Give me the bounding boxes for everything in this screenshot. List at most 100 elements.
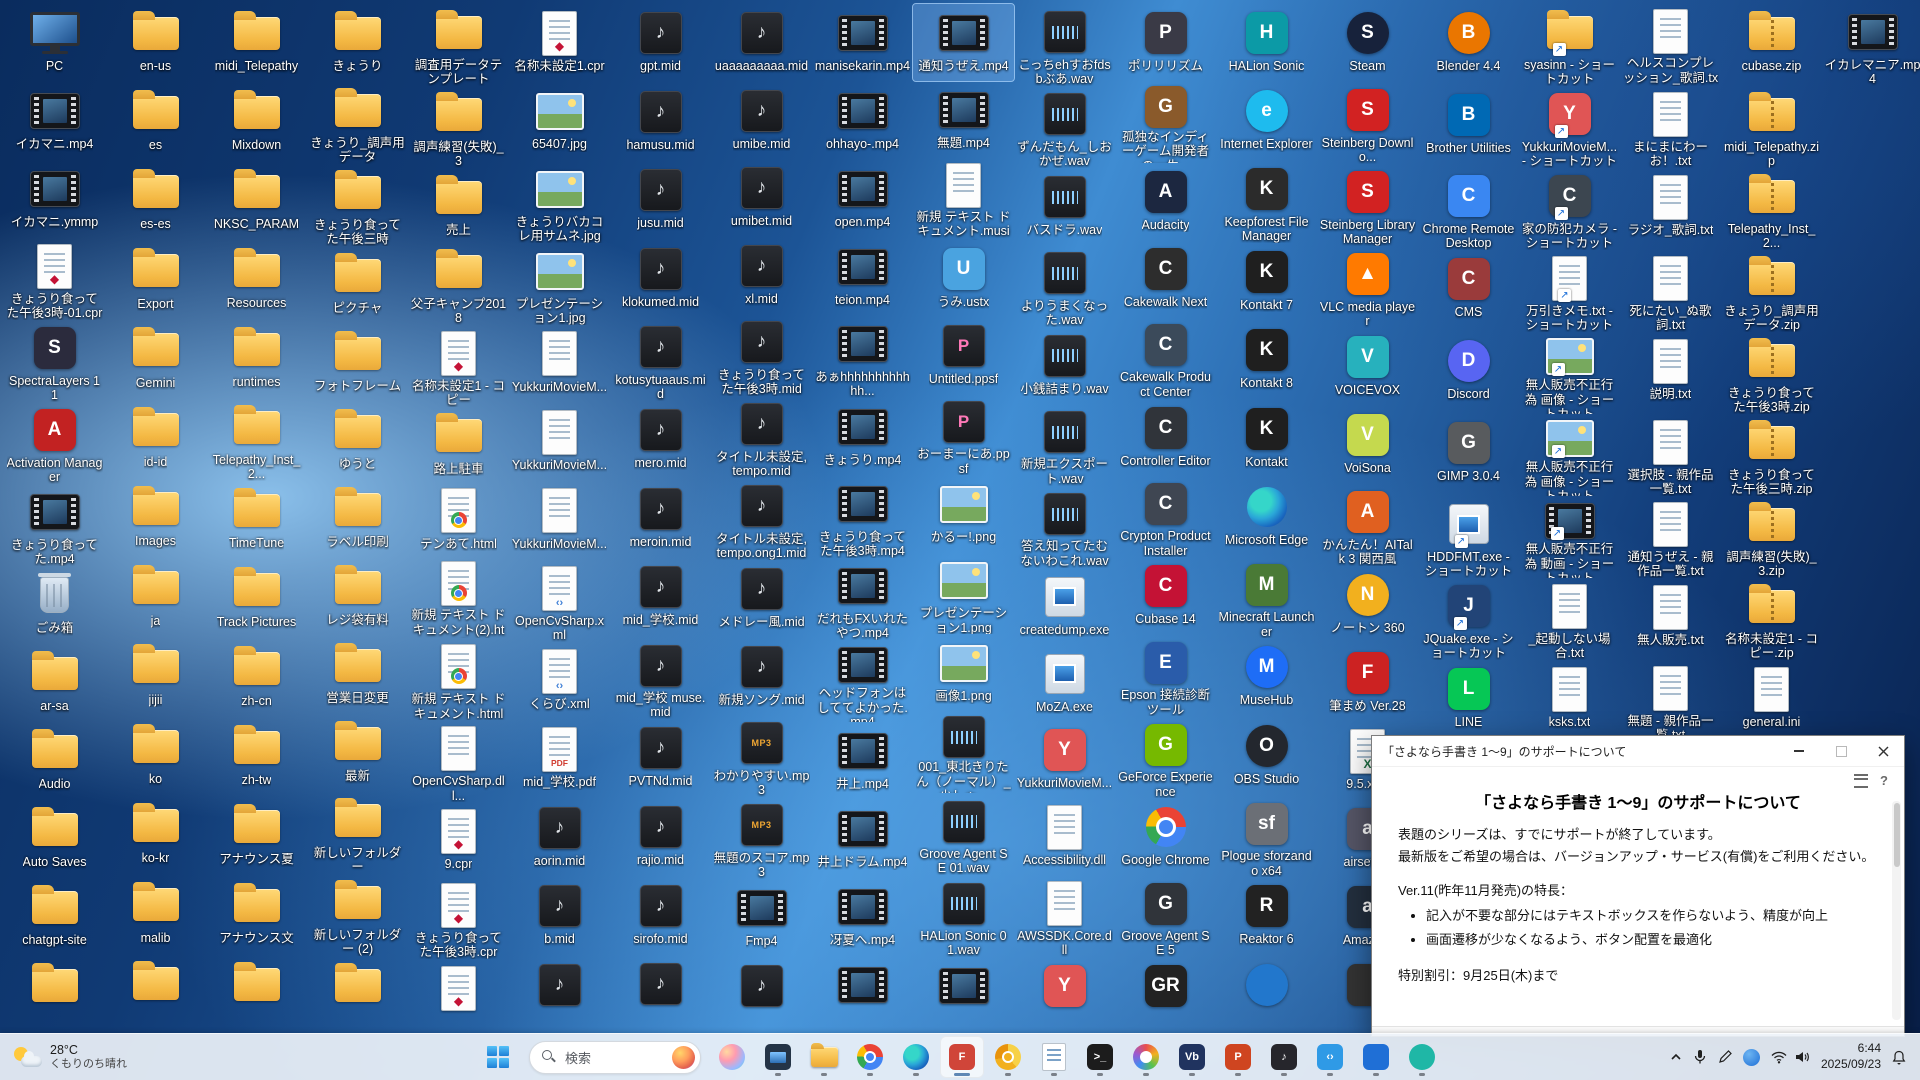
desktop-icon[interactable]: KKontakt 7 [1216,243,1317,321]
desktop-icon[interactable]: cubase.zip [1721,4,1822,86]
desktop-icon[interactable]: 答え知ってたむないわこれ.wav [1014,486,1115,568]
desktop-icon[interactable]: Track Pictures [206,560,307,639]
desktop-icon[interactable]: ラジオ_歌詞.txt [1620,168,1721,250]
taskbar-app-vscode[interactable]: ‹› [1308,1036,1352,1078]
network-volume-cluster[interactable] [1771,1051,1810,1064]
desktop-icon[interactable]: 父子キャンプ2018 [408,243,509,325]
desktop-icon[interactable]: プレゼンテーション1.jpg [509,243,610,325]
close-button[interactable] [1862,736,1904,766]
desktop-icon[interactable]: Untitled.ppsf [913,317,1014,394]
desktop-icon[interactable]: OpenCvSharp.xml [509,560,610,642]
desktop-icon[interactable] [206,955,307,1034]
desktop-icon[interactable]: xl.mid [711,237,812,315]
taskbar-app-teal-app[interactable] [1400,1036,1444,1078]
desktop-icon[interactable]: ヘルスコンプレッション_歌詞.txt [1620,4,1721,86]
desktop-icon[interactable]: YukkuriMovieM... [509,403,610,481]
desktop-icon[interactable]: jijii [105,638,206,717]
desktop-icon[interactable]: klokumed.mid [610,240,711,319]
desktop-icon[interactable]: イカマニ.ymmp [4,160,105,238]
desktop-icon[interactable]: BBlender 4.4 [1418,4,1519,86]
dialog-titlebar[interactable]: 「さよなら手書き 1〜9」のサポートについて [1372,736,1904,767]
desktop-icon[interactable]: YukkuriMovieM... [509,482,610,560]
desktop-icon[interactable]: Auto Saves [4,800,105,878]
desktop-icon[interactable]: gpt.mid [610,4,711,83]
desktop-icon[interactable]: 調査用データテンプレート [408,4,509,86]
taskbar-app-paint[interactable] [1124,1036,1168,1078]
desktop-icon[interactable]: Gemini [105,321,206,400]
taskbar-app-vb-app[interactable]: Vb [1170,1036,1214,1078]
hidden-icons-chevron[interactable] [1670,1053,1682,1061]
desktop-icon[interactable]: RReaktor 6 [1216,877,1317,955]
desktop-icon[interactable]: midi_Telepathy [206,4,307,83]
desktop-icon[interactable]: 無題.mp4 [913,81,1014,158]
desktop-icon[interactable]: メドレー風.mid [711,560,812,638]
desktop-icon[interactable]: KKontakt [1216,400,1317,478]
desktop-icon[interactable]: ごみ箱 [4,566,105,644]
desktop-icon[interactable] [105,955,206,1034]
desktop-icon[interactable]: NKSC_PARAM [206,162,307,241]
microphone-icon[interactable] [1693,1049,1707,1065]
pen-icon[interactable] [1718,1050,1732,1064]
desktop-icon[interactable] [4,956,105,1034]
desktop-icon[interactable]: Google Chrome [1115,798,1216,875]
desktop-icon[interactable]: uaaaaaaaaa.mid [711,4,812,82]
desktop-icon[interactable]: 新規 テキスト ドキュメント.html [408,638,509,720]
taskbar-app-music-app[interactable]: ♪ [1262,1036,1306,1078]
weather-widget[interactable]: 28°C くもりのち晴れ [0,1034,141,1080]
desktop-icon[interactable]: Images [105,479,206,558]
desktop-icon[interactable]: 無人販売不正行為 画像 - ショートカット [1519,332,1620,414]
desktop-icon[interactable]: 最新 [307,714,408,792]
desktop-icon[interactable]: meroin.mid [610,480,711,559]
desktop-icon[interactable]: わかりやすい.mp3 [711,715,812,797]
search-box[interactable]: 検索 [529,1041,701,1074]
desktop-icon[interactable]: レジ袋有料 [307,558,408,636]
desktop-icon[interactable]: Groove Agent SE 01.wav [913,793,1014,875]
desktop-icon[interactable]: HDDFMT.exe - ショートカット [1418,496,1519,578]
desktop-icon[interactable]: AAudacity [1115,163,1216,240]
desktop-icon[interactable]: 小銭詰まり.wav [1014,327,1115,404]
desktop-icon[interactable]: きょうり食ってた午後3時.cpr [408,877,509,959]
desktop-icon[interactable]: es-es [105,162,206,241]
desktop-icon[interactable]: KKeepforest File Manager [1216,161,1317,243]
desktop-icon[interactable] [509,956,610,1034]
desktop-icon[interactable]: 死にたい_ぬ歌詞.txt [1620,250,1721,332]
desktop-icon[interactable]: OOBS Studio [1216,717,1317,795]
desktop-icon[interactable]: HHALion Sonic [1216,4,1317,82]
desktop-icon[interactable]: mid_学校 muse.mid [610,637,711,719]
desktop-icon[interactable]: es [105,83,206,162]
desktop-icon[interactable]: Fmp4 [711,879,812,957]
desktop-icon[interactable]: chatgpt-site [4,878,105,956]
desktop-icon[interactable]: イカマニ.mp4 [4,82,105,160]
help-icon[interactable] [1880,773,1888,788]
desktop-icon[interactable]: きょうり食ってた午後3時-01.cpr [4,238,105,320]
desktop-icon[interactable]: general.ini [1721,660,1822,742]
desktop-icon[interactable]: 選択肢 - 親作品一覧.txt [1620,414,1721,496]
desktop-icon[interactable]: ヘッドフォンはしててよかった.mp4 [812,640,913,722]
taskbar-app-terminal[interactable]: >_ [1078,1036,1122,1078]
desktop-icon[interactable]: eInternet Explorer [1216,82,1317,160]
desktop-icon[interactable]: SSteam [1317,4,1418,82]
desktop-icon[interactable]: フォトフレーム [307,324,408,402]
desktop-icon[interactable]: かるー!.png [913,475,1014,552]
desktop-icon[interactable]: バスドラ.wav [1014,168,1115,245]
desktop-icon[interactable]: mid_学校.mid [610,558,711,637]
desktop-icon[interactable]: ピクチャ [307,246,408,324]
desktop-icon[interactable] [1216,956,1317,1034]
desktop-icon[interactable]: Aかんたん！AITalk 3 関西風 [1317,484,1418,566]
desktop-icon[interactable] [408,959,509,1034]
desktop-icon[interactable]: mero.mid [610,401,711,480]
desktop-icon[interactable]: 調声練習(失敗)_3 [408,86,509,168]
desktop-icon[interactable]: タイトル未設定, tempo.ong1.mid [711,478,812,560]
desktop-icon[interactable]: きょうりバカコレ用サムネ.jpg [509,161,610,243]
clock[interactable]: 6:44 2025/09/23 [1821,1041,1881,1072]
desktop-icon[interactable]: JJQuake.exe - ショートカット [1418,578,1519,660]
desktop-icon[interactable] [913,957,1014,1034]
desktop-icon[interactable]: CCrypton Product Installer [1115,475,1216,557]
desktop-icon[interactable]: CController Editor [1115,399,1216,476]
desktop-icon[interactable]: ずんだもん_しおかぜ.wav [1014,86,1115,168]
desktop-icon[interactable]: 調声練習(失敗)_3.zip [1721,496,1822,578]
desktop-icon[interactable]: 営業日変更 [307,636,408,714]
desktop-icon[interactable]: Accessibility.dll [1014,798,1115,875]
desktop-icon[interactable]: ラベル印刷 [307,480,408,558]
desktop-icon[interactable]: manisekarin.mp4 [812,4,913,82]
